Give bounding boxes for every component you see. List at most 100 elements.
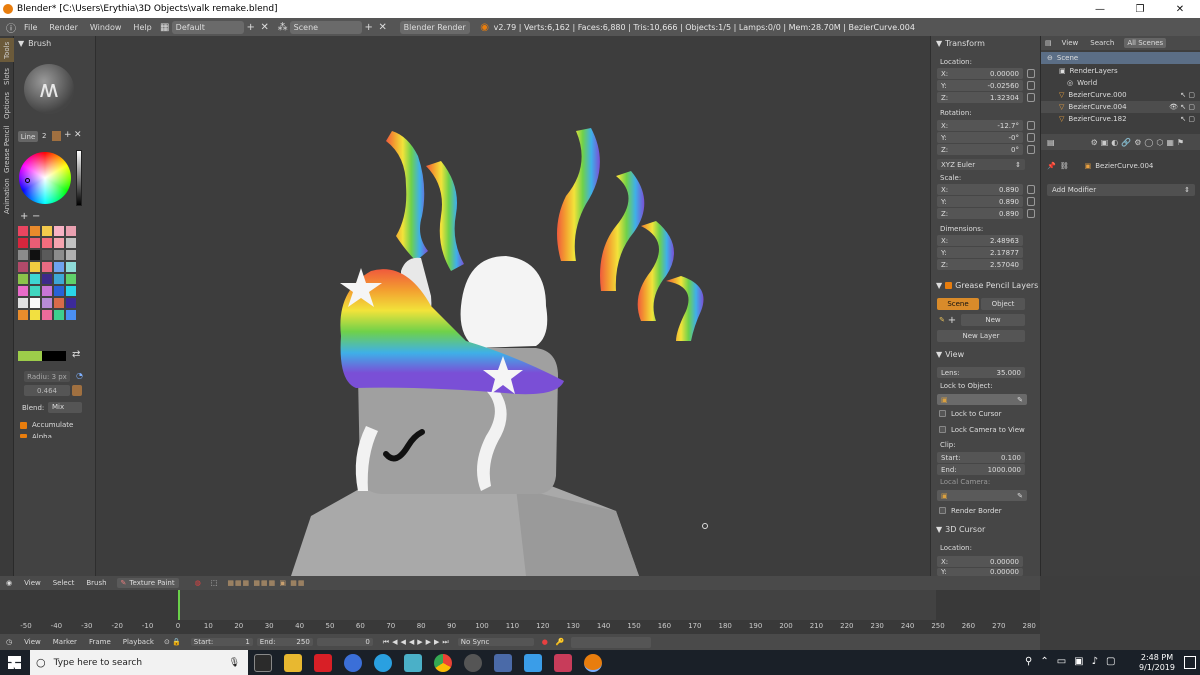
palette-swatch[interactable] xyxy=(66,310,76,320)
location-field[interactable]: Z: 1.32304 xyxy=(937,92,1023,103)
scale-field[interactable]: Z: 0.890 xyxy=(937,208,1023,219)
timeline-view-menu[interactable]: View xyxy=(24,638,41,646)
secondary-color[interactable] xyxy=(42,351,66,361)
outliner-display-dropdown[interactable]: All Scenes xyxy=(1124,38,1167,48)
lock-icon[interactable] xyxy=(1027,209,1035,218)
timeline[interactable]: -50 -40 -30 -20 -10 0 10 20 30 40 50 60 70 80 90 100 110… xyxy=(0,590,1040,634)
palette-swatch[interactable] xyxy=(66,238,76,248)
rotation-mode-dropdown[interactable]: XYZ Euler ⇕ xyxy=(937,159,1025,170)
palette-swatch[interactable] xyxy=(18,250,28,260)
cursor-x-field[interactable]: X: 0.00000 xyxy=(937,556,1023,567)
tab-grease-pencil[interactable]: Grease Pencil xyxy=(0,124,14,174)
lock-cursor-checkbox[interactable] xyxy=(939,410,946,417)
strength-field[interactable]: 0.464 xyxy=(24,385,70,396)
app-icon-5[interactable] xyxy=(524,653,542,672)
dimension-field[interactable]: Z: 2.57040 xyxy=(937,259,1023,270)
palette-swatch[interactable] xyxy=(30,298,40,308)
palette-swatch[interactable] xyxy=(42,226,52,236)
notifications-icon[interactable] xyxy=(1184,656,1196,669)
tab-slots[interactable]: Slots xyxy=(0,64,14,88)
dimension-field[interactable]: Y: 2.17877 xyxy=(937,247,1023,258)
file-explorer-icon[interactable] xyxy=(284,653,302,672)
palette-swatch[interactable] xyxy=(66,286,76,296)
palette-swatch[interactable] xyxy=(30,310,40,320)
clip-end-field[interactable]: End: 1000.000 xyxy=(937,464,1025,475)
palette-swatch[interactable] xyxy=(42,238,52,248)
accumulate-checkbox[interactable] xyxy=(20,422,27,429)
grease-pencil-panel-header[interactable]: ▼ Grease Pencil Layers xyxy=(931,278,1039,292)
transform-panel-header[interactable]: ▼ Transform xyxy=(931,36,1040,50)
info-editor-icon[interactable]: ⓘ xyxy=(4,21,18,35)
timeline-frame-menu[interactable]: Frame xyxy=(89,638,111,646)
alpha-checkbox[interactable] xyxy=(20,434,27,438)
app-icon-1[interactable] xyxy=(344,653,362,672)
properties-context-icons[interactable]: ⚙▣◐🔗⚙◯⬡▦⚑ xyxy=(1091,138,1188,147)
lock-icon[interactable] xyxy=(1027,81,1035,90)
palette-swatch[interactable] xyxy=(30,262,40,272)
current-frame-field[interactable]: 0 xyxy=(316,638,373,646)
system-tray-icons[interactable]: ⚲⌃▭▣♪▢ xyxy=(1025,656,1123,667)
taskbar-search[interactable]: ○ Type here to search 🎙 xyxy=(30,650,248,675)
palette-swatch[interactable] xyxy=(18,310,28,320)
swap-colors-icon[interactable]: ⇄ xyxy=(72,349,80,360)
cursor-y-field[interactable]: Y: 0.00000 xyxy=(937,568,1023,576)
microphone-icon[interactable]: 🎙 xyxy=(229,658,240,668)
lock-icon[interactable] xyxy=(1027,121,1035,130)
outliner-search-menu[interactable]: Search xyxy=(1090,39,1114,47)
value-slider[interactable] xyxy=(76,150,82,206)
lock-icon[interactable] xyxy=(1027,69,1035,78)
palette-swatch[interactable] xyxy=(54,238,64,248)
outliner-row-curve182[interactable]: ▽ BezierCurve.182 ↖ ▢ xyxy=(1041,113,1200,125)
palette-swatch[interactable] xyxy=(18,238,28,248)
palette-swatch[interactable] xyxy=(42,262,52,272)
viewport-view-menu[interactable]: View xyxy=(24,579,41,587)
palette-swatch[interactable] xyxy=(42,286,52,296)
timeline-playback-menu[interactable]: Playback xyxy=(123,638,154,646)
gp-object-button[interactable]: Object xyxy=(981,298,1025,310)
gp-new-layer-button[interactable]: New Layer xyxy=(937,330,1025,342)
palette-swatch[interactable] xyxy=(54,298,64,308)
lock-icon[interactable] xyxy=(1027,145,1035,154)
blend-dropdown[interactable]: Mix xyxy=(48,402,82,413)
add-palette-icon[interactable]: + xyxy=(20,211,28,222)
rotation-field[interactable]: X: -12.7° xyxy=(937,120,1023,131)
minimize-button[interactable]: — xyxy=(1080,0,1120,18)
chrome-icon[interactable] xyxy=(434,653,452,672)
clip-start-field[interactable]: Start: 0.100 xyxy=(937,452,1025,463)
radius-field[interactable]: Radiu: 3 px xyxy=(24,371,70,382)
palette-swatch[interactable] xyxy=(18,274,28,284)
fake-user-icon[interactable] xyxy=(52,131,61,141)
palette-swatch[interactable] xyxy=(54,250,64,260)
palette-swatch[interactable] xyxy=(42,250,52,260)
preview-range-icon[interactable]: ⊙ 🔒 xyxy=(164,638,181,646)
outliner-row-world[interactable]: ◎ World xyxy=(1041,77,1200,89)
keying-set-icon[interactable]: 🔑 xyxy=(556,638,565,646)
app-icon-4[interactable] xyxy=(494,653,512,672)
3d-cursor-panel-header[interactable]: ▼ 3D Cursor xyxy=(931,522,1039,536)
viewport-select-menu[interactable]: Select xyxy=(53,579,75,587)
palette-swatch[interactable] xyxy=(66,262,76,272)
palette-swatch[interactable] xyxy=(54,226,64,236)
outliner-row-renderlayers[interactable]: ▣ RenderLayers xyxy=(1041,65,1200,77)
color-picker-cursor[interactable] xyxy=(25,178,30,183)
palette-swatch[interactable] xyxy=(30,250,40,260)
dimension-field[interactable]: X: 2.48963 xyxy=(937,235,1023,246)
palette-swatch[interactable] xyxy=(18,262,28,272)
mode-dropdown[interactable]: ✎ Texture Paint xyxy=(116,578,179,588)
brush-preview-icon[interactable]: ʍ xyxy=(24,64,74,114)
shading-icon[interactable]: ◍ xyxy=(195,579,201,587)
palette-swatch[interactable] xyxy=(18,286,28,296)
palette-swatch[interactable] xyxy=(30,274,40,284)
line-mode-button[interactable]: Line xyxy=(18,131,38,142)
scene-dropdown[interactable]: Scene xyxy=(289,20,362,34)
palette-swatch[interactable] xyxy=(30,238,40,248)
rotation-field[interactable]: Z: 0° xyxy=(937,144,1023,155)
menu-window[interactable]: Window xyxy=(84,23,128,32)
lock-object-field[interactable]: ▣ ✎ xyxy=(937,394,1027,405)
clock[interactable]: 2:48 PM 9/1/2019 xyxy=(1135,653,1179,673)
timeline-editor-icon[interactable]: ◷ xyxy=(6,638,12,646)
lock-icon[interactable] xyxy=(1027,133,1035,142)
tab-tools[interactable]: Tools xyxy=(0,38,14,62)
tab-animation[interactable]: Animation xyxy=(0,178,14,214)
lens-field[interactable]: Lens: 35.000 xyxy=(937,367,1025,378)
